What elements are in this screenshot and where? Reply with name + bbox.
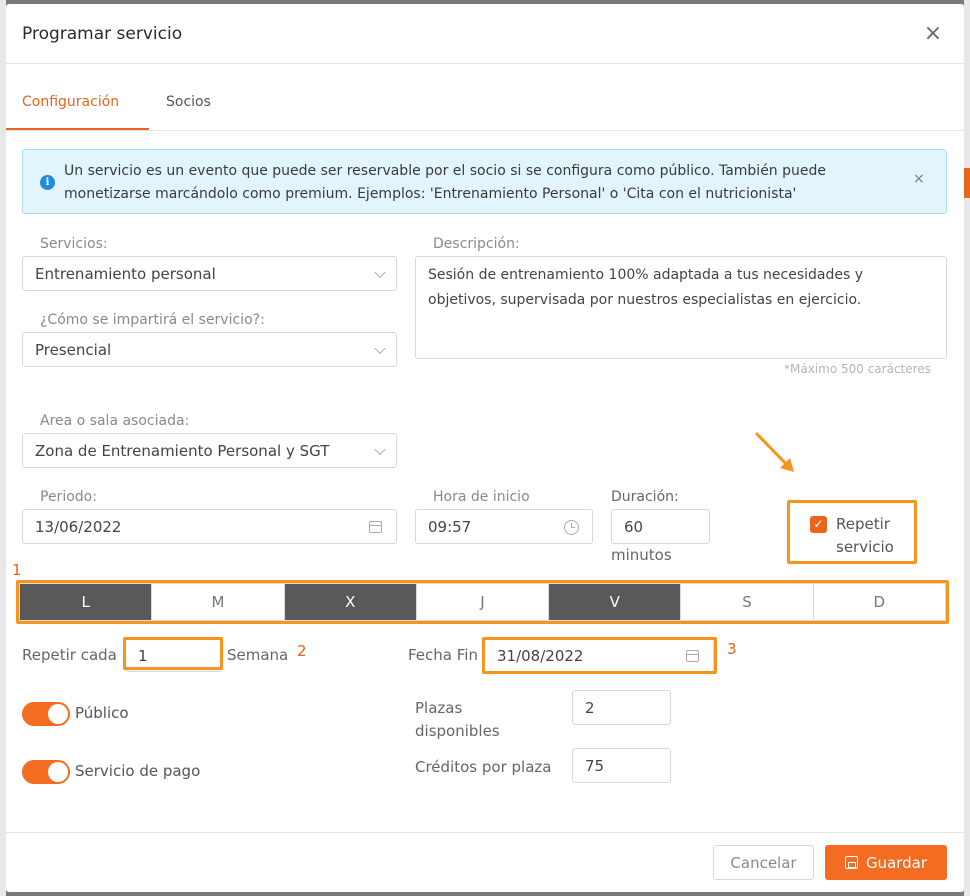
repetir-label-line2: servicio xyxy=(836,538,894,556)
area-value: Zona de Entrenamiento Personal y SGT xyxy=(35,441,330,460)
day-v[interactable]: V xyxy=(549,584,682,620)
header-divider xyxy=(6,63,964,64)
chevron-down-icon xyxy=(374,342,386,354)
plazas-input[interactable]: 2 xyxy=(572,690,671,725)
servicio-pago-label: Servicio de pago xyxy=(75,762,201,780)
servicios-value: Entrenamiento personal xyxy=(35,264,216,283)
footer-divider xyxy=(6,832,964,833)
toggle-knob xyxy=(48,762,68,782)
servicios-label: Servicios: xyxy=(40,236,108,252)
periodo-date-input[interactable]: 13/06/2022 xyxy=(22,509,397,544)
servicios-select[interactable]: Entrenamiento personal xyxy=(22,256,397,291)
annotation-number-3: 3 xyxy=(727,640,737,658)
plazas-label-line1: Plazas xyxy=(415,699,463,717)
publico-toggle[interactable] xyxy=(22,702,70,726)
duracion-label: Duración: xyxy=(611,489,679,505)
cancel-button[interactable]: Cancelar xyxy=(713,845,814,880)
hora-inicio-value: 09:57 xyxy=(428,517,472,536)
duracion-input[interactable]: 60 xyxy=(611,509,710,544)
background-page xyxy=(964,0,970,896)
creditos-label: Créditos por plaza xyxy=(415,758,552,776)
plazas-value: 2 xyxy=(585,698,595,717)
calendar-icon[interactable] xyxy=(369,520,382,533)
imparticion-value: Presencial xyxy=(35,340,112,359)
day-s[interactable]: S xyxy=(681,584,814,620)
imparticion-select[interactable]: Presencial xyxy=(22,332,397,367)
alert-close-icon[interactable]: × xyxy=(913,171,925,187)
creditos-input[interactable]: 75 xyxy=(572,748,671,783)
annotation-number-1: 1 xyxy=(12,561,22,579)
cancel-label: Cancelar xyxy=(730,853,797,872)
day-j[interactable]: J xyxy=(416,584,550,620)
chevron-down-icon xyxy=(374,443,386,455)
day-l[interactable]: L xyxy=(20,584,153,620)
fecha-fin-label: Fecha Fin xyxy=(408,646,478,664)
repetir-cada-highlight xyxy=(123,637,223,670)
annotation-arrow-icon xyxy=(754,431,794,472)
tabs-divider xyxy=(6,130,964,131)
clock-icon[interactable] xyxy=(564,519,579,535)
area-select[interactable]: Zona de Entrenamiento Personal y SGT xyxy=(22,433,397,468)
periodo-label: Periodo: xyxy=(40,489,97,505)
toggle-knob xyxy=(48,704,68,724)
repetir-cada-unit: Semana xyxy=(227,646,289,664)
creditos-value: 75 xyxy=(585,756,605,775)
annotation-number-2: 2 xyxy=(297,642,307,660)
tab-socios[interactable]: Socios xyxy=(166,94,211,110)
save-icon xyxy=(844,856,858,869)
weekday-selector: L M X J V S D xyxy=(19,583,946,621)
publico-label: Público xyxy=(75,704,129,722)
repetir-servicio-checkbox[interactable]: ✓ Repetir servicio xyxy=(787,500,917,564)
close-icon[interactable]: × xyxy=(921,22,945,46)
day-m[interactable]: M xyxy=(152,584,285,620)
save-button[interactable]: Guardar xyxy=(825,845,947,880)
repetir-label-line1: Repetir xyxy=(836,515,890,533)
descripcion-label: Descripción: xyxy=(433,236,520,252)
background-orange-tab xyxy=(964,168,970,198)
info-alert: i Un servicio es un evento que puede ser… xyxy=(22,149,947,214)
fecha-fin-highlight xyxy=(482,637,717,674)
duracion-unit: minutos xyxy=(611,546,672,564)
chevron-down-icon xyxy=(374,266,386,278)
repetir-cada-label: Repetir cada xyxy=(22,646,117,664)
periodo-value: 13/06/2022 xyxy=(35,517,122,536)
info-icon: i xyxy=(40,175,55,190)
tab-configuracion[interactable]: Configuración xyxy=(22,94,119,110)
alert-text: Un servicio es un evento que puede ser r… xyxy=(64,163,827,202)
descripcion-textarea[interactable]: Sesión de entrenamiento 100% adaptada a … xyxy=(415,256,947,359)
day-d[interactable]: D xyxy=(813,584,945,620)
plazas-label-line2: disponibles xyxy=(415,722,500,740)
repetir-servicio-label: Repetir servicio xyxy=(836,513,894,559)
save-label: Guardar xyxy=(865,853,928,872)
duracion-value: 60 xyxy=(624,517,644,536)
programar-servicio-modal: Programar servicio × Configuración Socio… xyxy=(6,4,964,892)
plazas-label: Plazas disponibles xyxy=(415,697,500,743)
descripcion-hint: *Máximo 500 carácteres xyxy=(784,362,931,376)
modal-title: Programar servicio xyxy=(22,24,183,44)
hora-inicio-label: Hora de inicio xyxy=(433,489,530,505)
checkmark-icon[interactable]: ✓ xyxy=(810,516,827,533)
area-label: Area o sala asociada: xyxy=(40,413,190,429)
servicio-pago-toggle[interactable] xyxy=(22,760,70,784)
imparticion-label: ¿Cómo se impartirá el servicio?: xyxy=(40,312,265,328)
day-x[interactable]: X xyxy=(284,584,417,620)
hora-inicio-input[interactable]: 09:57 xyxy=(415,509,593,544)
